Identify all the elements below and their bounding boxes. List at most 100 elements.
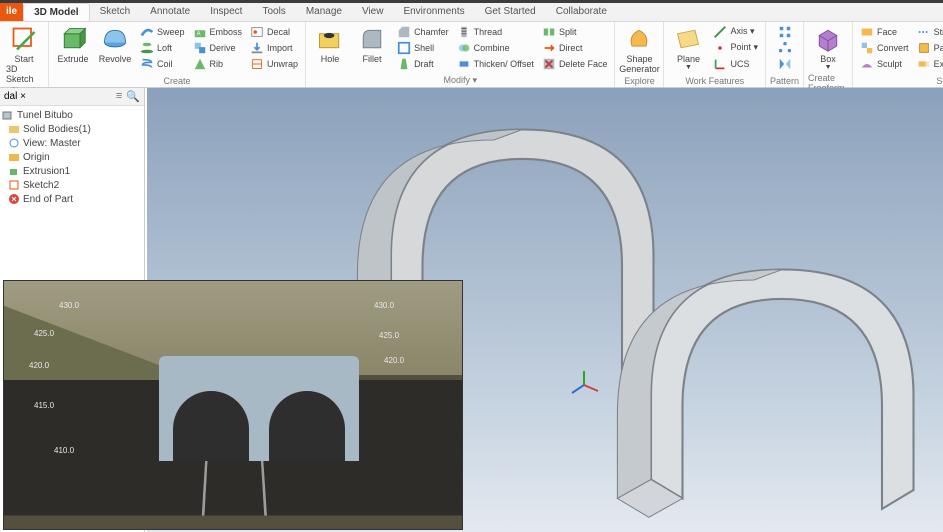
contour-label: 425.0 <box>379 331 399 340</box>
unwrap-label: Unwrap <box>267 59 298 69</box>
sweep-button[interactable]: Sweep <box>137 24 188 39</box>
face-button[interactable]: Face <box>857 24 912 39</box>
revolve-button[interactable]: Revolve <box>95 24 135 65</box>
panel-explore-label: Explore <box>624 75 655 87</box>
tree-sketch2[interactable]: Sketch2 <box>2 178 142 192</box>
view-gizmo[interactable] <box>567 368 601 402</box>
ucs-button[interactable]: UCS <box>710 56 761 71</box>
loft-icon <box>140 41 154 55</box>
panel-surface: Face Convert Sculpt Stitch Patch Extend … <box>853 22 943 87</box>
tree-root-label: Tunel Bitubo <box>17 110 73 121</box>
shape-generator-button[interactable]: Shape Generator <box>619 24 659 75</box>
thicken-icon <box>457 57 471 71</box>
sculpt-button[interactable]: Sculpt <box>857 56 912 71</box>
patch-label: Patch <box>934 43 943 53</box>
shell-button[interactable]: Shell <box>394 40 452 55</box>
fillet-button[interactable]: Fillet <box>352 24 392 65</box>
tree-extrusion1[interactable]: Extrusion1 <box>2 164 142 178</box>
thicken-button[interactable]: Thicken/ Offset <box>454 56 537 71</box>
browser-search-icon[interactable]: 🔍 <box>126 90 140 103</box>
derive-label: Derive <box>210 43 236 53</box>
derive-button[interactable]: Derive <box>190 40 246 55</box>
tab-collaborate[interactable]: Collaborate <box>546 3 617 21</box>
rib-icon <box>193 57 207 71</box>
stitch-label: Stitch <box>934 27 943 37</box>
hole-label: Hole <box>321 54 340 64</box>
panel-pattern: Pattern <box>766 22 804 87</box>
fillet-icon <box>358 25 386 53</box>
stitch-button[interactable]: Stitch <box>914 24 943 39</box>
hole-button[interactable]: Hole <box>310 24 350 65</box>
split-button[interactable]: Split <box>539 24 611 39</box>
hole-icon <box>316 25 344 53</box>
ribbon: Start 3D Sketch Sketch Extrude Revolve S… <box>0 22 943 88</box>
thread-label: Thread <box>474 27 503 37</box>
patch-icon <box>917 41 931 55</box>
tab-sketch[interactable]: Sketch <box>90 3 141 21</box>
point-button[interactable]: Point ▾ <box>710 40 761 55</box>
extrude-button[interactable]: Extrude <box>53 24 93 65</box>
rib-button[interactable]: Rib <box>190 56 246 71</box>
panel-explore: Shape Generator Explore <box>615 22 664 87</box>
contour-label: 410.0 <box>54 446 74 455</box>
plane-label: Plane <box>677 54 700 64</box>
combine-button[interactable]: Combine <box>454 40 537 55</box>
tab-3d-model[interactable]: 3D Model <box>23 3 89 21</box>
sculpt-label: Sculpt <box>877 59 902 69</box>
tree-origin[interactable]: Origin <box>2 150 142 164</box>
tab-inspect[interactable]: Inspect <box>200 3 252 21</box>
chamfer-button[interactable]: Chamfer <box>394 24 452 39</box>
start-2d-sketch-button[interactable]: Start 3D Sketch <box>4 24 44 85</box>
axis-label: Axis ▾ <box>730 26 754 37</box>
decal-button[interactable]: Decal <box>247 24 301 39</box>
extend-icon <box>917 57 931 71</box>
tab-view[interactable]: View <box>352 3 394 21</box>
loft-label: Loft <box>157 43 172 53</box>
delete-face-icon <box>542 57 556 71</box>
import-button[interactable]: Import <box>247 40 301 55</box>
combine-label: Combine <box>474 43 510 53</box>
axis-button[interactable]: Axis ▾ <box>710 24 761 39</box>
plane-button[interactable]: Plane ▼ <box>668 24 708 72</box>
ucs-label: UCS <box>730 59 749 69</box>
browser-header: dal × ≡ 🔍 <box>0 88 144 106</box>
tab-file[interactable]: ile <box>0 3 23 21</box>
tree-root[interactable]: Tunel Bitubo <box>2 108 142 122</box>
draft-label: Draft <box>414 59 434 69</box>
tree-end-of-part[interactable]: End of Part <box>2 192 142 206</box>
emboss-icon: A <box>193 25 207 39</box>
tab-get-started[interactable]: Get Started <box>475 3 546 21</box>
extend-button[interactable]: Extend <box>914 56 943 71</box>
plane-dropdown: ▼ <box>685 64 692 71</box>
loft-button[interactable]: Loft <box>137 40 188 55</box>
box-button[interactable]: Box ▼ <box>808 24 848 72</box>
face-label: Face <box>877 27 897 37</box>
patch-button[interactable]: Patch <box>914 40 943 55</box>
browser-collapse-icon[interactable]: ≡ <box>116 90 122 103</box>
circ-pattern-button[interactable] <box>775 40 795 55</box>
tab-tools[interactable]: Tools <box>252 3 295 21</box>
mirror-button[interactable] <box>775 56 795 71</box>
direct-button[interactable]: Direct <box>539 40 611 55</box>
thread-button[interactable]: Thread <box>454 24 537 39</box>
axis-icon <box>713 25 727 39</box>
circ-pattern-icon <box>778 41 792 55</box>
unwrap-button[interactable]: Unwrap <box>247 56 301 71</box>
draft-button[interactable]: Draft <box>394 56 452 71</box>
tree-solid-bodies[interactable]: Solid Bodies(1) <box>2 122 142 136</box>
coil-button[interactable]: Coil <box>137 56 188 71</box>
sweep-label: Sweep <box>157 27 185 37</box>
panel-work-label: Work Features <box>685 75 744 87</box>
box-icon <box>814 25 842 53</box>
face-icon <box>860 25 874 39</box>
panel-create: Extrude Revolve Sweep Loft Coil AEmboss … <box>49 22 306 87</box>
convert-button[interactable]: Convert <box>857 40 912 55</box>
panel-work-features: Plane ▼ Axis ▾ Point ▾ UCS Work Features <box>664 22 766 87</box>
tab-environments[interactable]: Environments <box>393 3 474 21</box>
tree-view[interactable]: View: Master <box>2 136 142 150</box>
tab-manage[interactable]: Manage <box>296 3 352 21</box>
rect-pattern-button[interactable] <box>775 24 795 39</box>
delete-face-button[interactable]: Delete Face <box>539 56 611 71</box>
emboss-button[interactable]: AEmboss <box>190 24 246 39</box>
tab-annotate[interactable]: Annotate <box>140 3 200 21</box>
